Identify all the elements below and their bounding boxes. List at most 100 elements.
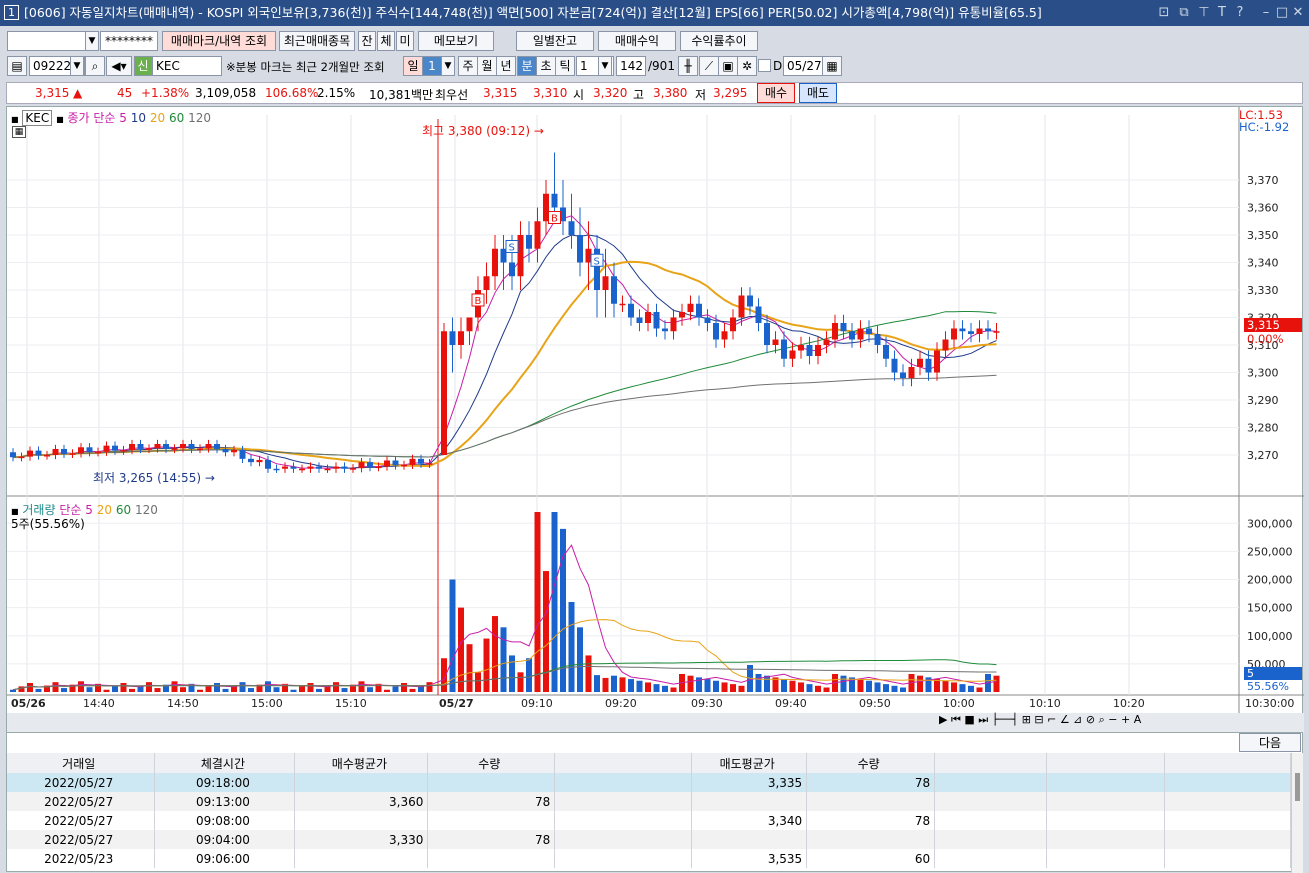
column-header[interactable] — [1164, 753, 1291, 773]
legend-box-icon: ■ — [11, 115, 19, 124]
zoom-out-icon[interactable]: − — [1108, 713, 1117, 726]
column-header[interactable]: 수량 — [427, 753, 556, 773]
stop-icon[interactable]: ■ — [964, 713, 974, 726]
column-header[interactable]: 체결시간 — [154, 753, 296, 773]
volume-bar — [307, 683, 314, 692]
column-header[interactable] — [554, 753, 693, 773]
search-icon[interactable]: ⌕ — [85, 56, 105, 76]
draw-tools-icon[interactable]: ⊞ ⊟ ⌐ ∠ ⊿ ⊘ — [1022, 713, 1095, 726]
zoom-icon[interactable]: ⌕ — [1099, 713, 1105, 726]
scroll-right-icon[interactable]: ▶ — [939, 713, 947, 726]
x-right-label: 10:30:00 — [1245, 697, 1294, 710]
daily-balance-button[interactable]: 일별잔고 — [516, 31, 594, 51]
column-header[interactable]: 매수평균가 — [294, 753, 429, 773]
column-header[interactable]: 거래일 — [7, 753, 156, 773]
buy-button[interactable]: 매수 — [757, 83, 795, 103]
stock-name-field[interactable]: KEC — [152, 56, 222, 76]
volume-bar — [154, 688, 161, 692]
period-minute[interactable]: 분 — [517, 56, 537, 76]
period-tick[interactable]: 틱 — [555, 56, 575, 76]
gear-icon[interactable]: ✲ — [737, 56, 757, 76]
account-combo[interactable] — [7, 31, 97, 51]
zoom-slider[interactable]: ├──┤ — [992, 713, 1019, 726]
period-year[interactable]: 년 — [496, 56, 516, 76]
period-day-num[interactable]: 1 — [422, 56, 442, 76]
first-icon[interactable]: ⏮ — [951, 713, 961, 726]
table-row[interactable]: 2022/05/27 09:04:00 3,330 78 — [7, 830, 1291, 849]
tab-unexecuted[interactable]: 미 — [396, 31, 414, 51]
volume-bar — [874, 682, 881, 692]
tab-balance[interactable]: 잔 — [358, 31, 376, 51]
volume-bar — [840, 675, 847, 692]
x-tick-label: 05/27 — [439, 697, 474, 710]
date-input[interactable]: 05/27 — [783, 56, 823, 76]
table-row[interactable]: 2022/05/23 09:06:00 3,535 60 — [7, 849, 1291, 868]
calendar-icon[interactable]: ▦ — [822, 56, 842, 76]
table-row[interactable]: 2022/05/27 09:18:00 3,335 78 — [7, 773, 1291, 792]
candle-body — [392, 460, 399, 466]
volume-bar — [222, 688, 229, 692]
candle-body — [197, 448, 203, 450]
volume-bar — [239, 682, 246, 692]
chevron-down-icon[interactable]: ▼ — [441, 56, 455, 76]
tab-executed[interactable]: 체 — [377, 31, 395, 51]
price-tick-label: 3,360 — [1247, 202, 1279, 215]
layout-icon[interactable]: ▤ — [7, 56, 27, 76]
chart-svg[interactable]: BSBS 3,3703,3603,3503,3403,3303,3203,310… — [7, 107, 1304, 733]
period-week[interactable]: 주 — [458, 56, 478, 76]
volume-bar — [942, 680, 949, 692]
candle-body — [401, 464, 407, 467]
pin-icon[interactable]: ⊤ — [1196, 4, 1212, 22]
scrollbar-thumb[interactable] — [1295, 773, 1300, 801]
table-row[interactable]: 2022/05/27 09:13:00 3,360 78 — [7, 792, 1291, 811]
line-tool-icon[interactable]: ⟋ — [699, 56, 719, 76]
scrollbar[interactable] — [1291, 753, 1303, 873]
window-copy-icon[interactable]: ⧉ — [1176, 4, 1192, 22]
column-header[interactable]: 수량 — [806, 753, 936, 773]
period-second[interactable]: 초 — [536, 56, 556, 76]
minimize-icon[interactable]: – — [1258, 4, 1274, 22]
bar-count-input[interactable]: 142 — [616, 56, 646, 76]
trade-mark-query-button[interactable]: 매매마크/내역 조회 — [162, 31, 276, 51]
table-cell — [294, 849, 429, 868]
save-icon[interactable]: ▣ — [718, 56, 738, 76]
sell-button[interactable]: 매도 — [799, 83, 837, 103]
table-cell — [554, 792, 693, 811]
last-icon[interactable]: ⏭ — [978, 713, 988, 726]
sound-icon[interactable]: ◀▾ — [106, 56, 132, 76]
column-header[interactable] — [934, 753, 1048, 773]
window-link-icon[interactable]: ⊡ — [1156, 4, 1172, 22]
period-month[interactable]: 월 — [477, 56, 497, 76]
trade-profit-button[interactable]: 매매수익 — [598, 31, 676, 51]
volume-bar — [517, 672, 524, 692]
grid-toggle-icon[interactable]: ▦ — [12, 126, 26, 138]
candle-type-icon[interactable]: ╫ — [678, 56, 698, 76]
chart-panel[interactable]: BSBS 3,3703,3603,3503,3403,3303,3203,310… — [6, 106, 1304, 733]
chevron-down-icon[interactable]: ▼ — [598, 56, 612, 76]
candle-body — [730, 317, 736, 332]
period-day[interactable]: 일 — [403, 56, 423, 76]
candle-body — [180, 444, 186, 449]
volume-bar — [526, 658, 532, 692]
table-cell: 09:04:00 — [154, 830, 296, 849]
table-cell — [806, 792, 936, 811]
next-button[interactable]: 다음 — [1239, 733, 1301, 752]
volume-bar — [316, 688, 322, 692]
text-tool-icon[interactable]: A — [1134, 713, 1142, 726]
chevron-down-icon[interactable]: ▼ — [70, 56, 84, 76]
return-trend-button[interactable]: 수익률추이 — [680, 31, 758, 51]
close-icon[interactable]: ✕ — [1290, 4, 1306, 22]
help-icon[interactable]: ? — [1232, 4, 1248, 22]
chevron-down-icon[interactable]: ▼ — [85, 31, 99, 51]
recent-trade-button[interactable]: 최근매매종목 — [279, 31, 355, 51]
zoom-in-icon[interactable]: + — [1121, 713, 1130, 726]
maximize-icon[interactable]: □ — [1274, 4, 1290, 22]
password-field[interactable]: ******** — [100, 31, 158, 51]
font-icon[interactable]: T — [1214, 4, 1230, 22]
table-row[interactable]: 2022/05/27 09:08:00 3,340 78 — [7, 811, 1291, 830]
column-header[interactable]: 매도평균가 — [691, 753, 808, 773]
d-checkbox[interactable] — [758, 59, 771, 72]
memo-button[interactable]: 메모보기 — [418, 31, 494, 51]
column-header[interactable] — [1046, 753, 1165, 773]
trade-marker-label: S — [594, 256, 600, 267]
